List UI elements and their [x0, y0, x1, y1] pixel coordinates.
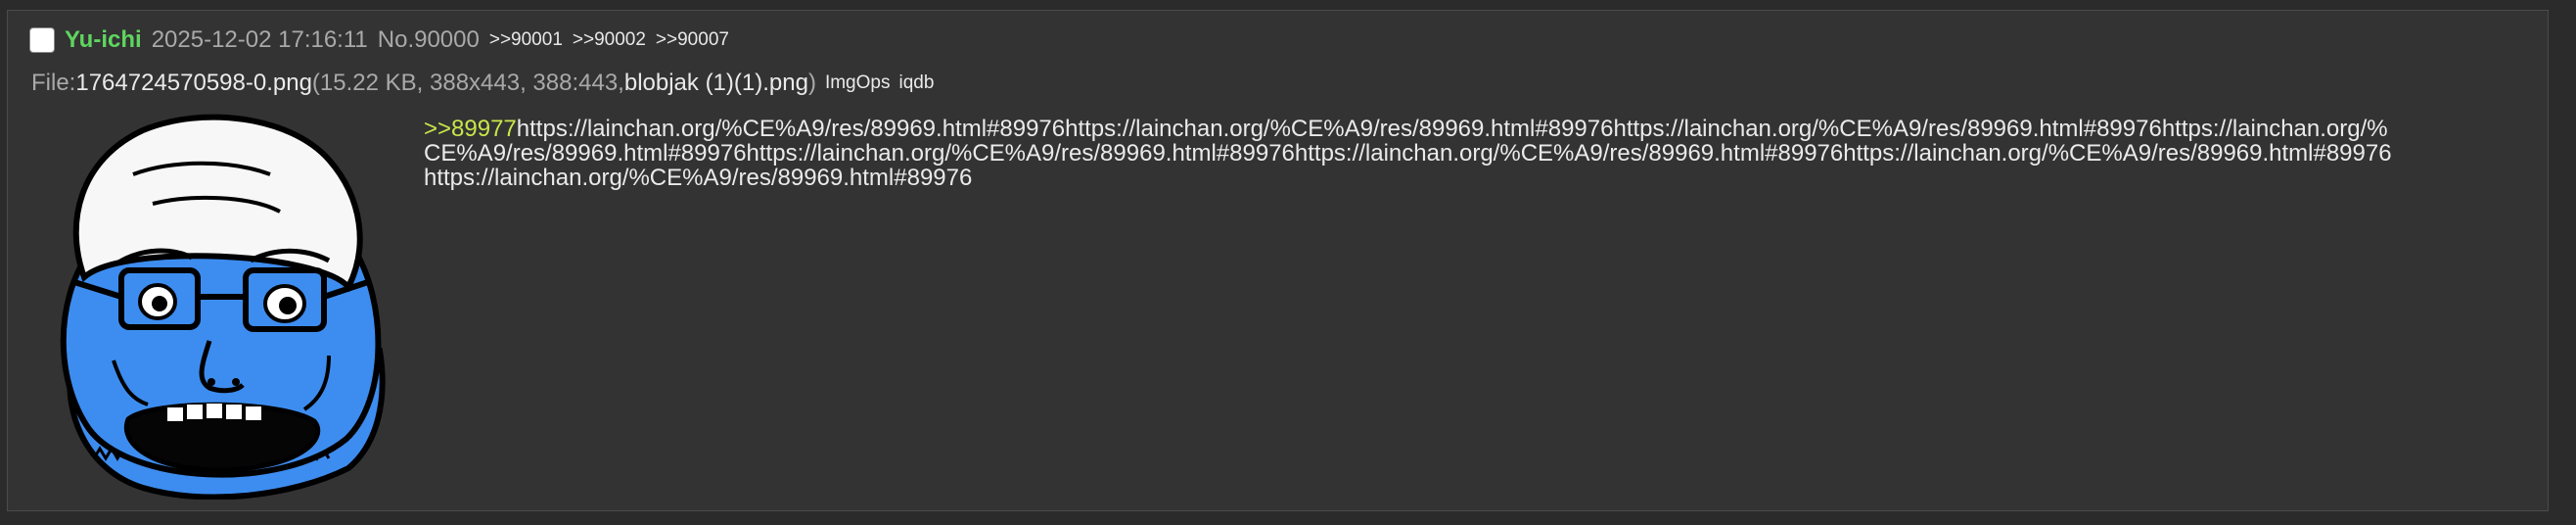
file-label: File:: [31, 70, 76, 96]
imgops-link[interactable]: ImgOps: [825, 72, 891, 94]
poster-name: Yu-ichi: [65, 26, 142, 53]
file-meta-close: ): [807, 70, 816, 96]
backlink-90001[interactable]: >>90001: [489, 29, 563, 51]
post-date: 2025-12-02 17:16:11: [151, 26, 368, 53]
post-container: Yu-ichi 2025-12-02 17:16:11 No.90000 >>9…: [7, 10, 2549, 511]
backlink-90002[interactable]: >>90002: [573, 29, 646, 51]
post-body: >>89977https://lainchan.org/%CE%A9/res/8…: [424, 117, 2401, 190]
post-thumbnail[interactable]: [35, 106, 388, 501]
iqdb-link[interactable]: iqdb: [898, 72, 934, 94]
post-select-checkbox[interactable]: [29, 27, 55, 53]
quote-link[interactable]: >>89977: [424, 116, 517, 142]
file-info: File: 1764724570598-0.png (15.22 KB, 388…: [31, 66, 934, 101]
file-meta: (15.22 KB, 388x443, 388:443,: [311, 70, 624, 96]
url-text-link[interactable]: https://lainchan.org/%CE%A9/res/89969.ht…: [424, 116, 2392, 191]
file-link[interactable]: 1764724570598-0.png: [75, 70, 312, 97]
page: Yu-ichi 2025-12-02 17:16:11 No.90000 >>9…: [0, 0, 2576, 525]
backlink-90007[interactable]: >>90007: [656, 29, 729, 51]
post-header: Yu-ichi 2025-12-02 17:16:11 No.90000 >>9…: [22, 21, 739, 60]
post-number-link[interactable]: No.90000: [378, 26, 480, 54]
file-original-name-link[interactable]: blobjak (1)(1).png: [624, 70, 808, 97]
blue-soyjak-image: [60, 114, 386, 501]
